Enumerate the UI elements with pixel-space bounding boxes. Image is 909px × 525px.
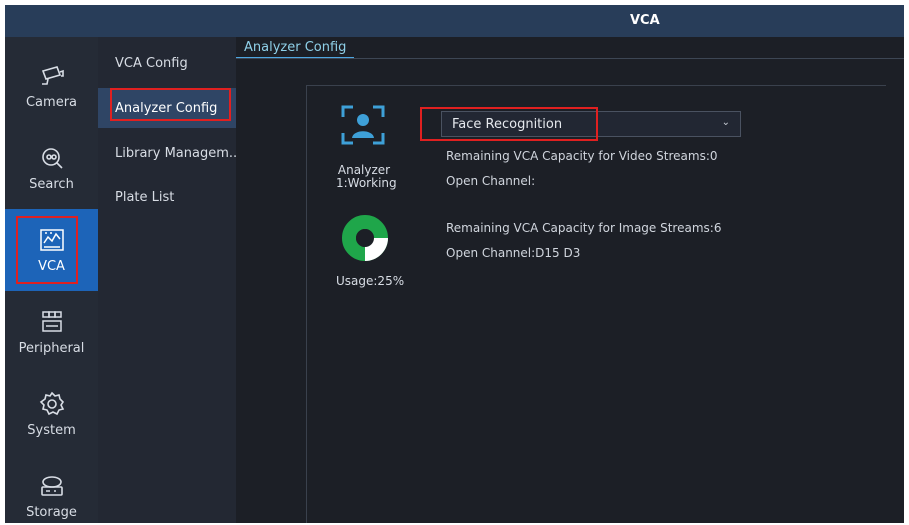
nav-item-search[interactable]: Search [5,127,98,209]
nav-label-storage: Storage [26,504,77,520]
tab-divider [236,58,904,59]
app-window: VCA Camera Search VCA Peripheral System … [5,5,904,523]
tab-analyzer-config[interactable]: Analyzer Config [236,37,355,59]
analyzer-state: 1:Working [336,176,397,190]
vca-icon [39,228,64,251]
analyzer-mode-value: Face Recognition [452,116,563,132]
nav-item-vca[interactable]: VCA [5,209,98,291]
usage-donut-chart [342,215,388,261]
gear-icon [39,391,64,415]
subnav-item-analyzer-config[interactable]: Analyzer Config [98,88,236,128]
nav-label-search: Search [29,176,74,192]
subnav-item-plate-list[interactable]: Plate List [98,177,236,217]
window-title: VCA [630,13,660,28]
sub-nav: VCA Config Analyzer Config Library Manag… [98,37,236,523]
analyzer-mode-select[interactable]: Face Recognition ⌄ [441,111,741,137]
nav-label-vca: VCA [38,258,65,274]
camera-icon [41,65,64,85]
subnav-item-vca-config[interactable]: VCA Config [98,43,236,83]
search-icon [41,147,63,169]
main-content: Analyzer Config Analyzer 1:Working Usage… [236,37,904,523]
nav-label-system: System [27,422,76,438]
storage-icon [40,475,63,496]
chevron-down-icon: ⌄ [721,117,730,128]
video-capacity-text: Remaining VCA Capacity for Video Streams… [446,149,718,163]
nav-label-peripheral: Peripheral [18,340,85,356]
subnav-item-library-management[interactable]: Library Managem... [98,133,236,173]
image-open-channel-text: Open Channel:D15 D3 [446,246,581,260]
nav-item-peripheral[interactable]: Peripheral [5,291,98,373]
usage-label: Usage:25% [336,274,405,288]
face-analyzer-icon [341,105,385,145]
image-capacity-text: Remaining VCA Capacity for Image Streams… [446,221,722,235]
analyzer-status: Analyzer 1:Working [336,164,397,190]
video-open-channel-text: Open Channel: [446,174,536,188]
nav-item-camera[interactable]: Camera [5,45,98,127]
main-nav: Camera Search VCA Peripheral System Stor… [5,37,98,523]
nav-item-storage[interactable]: Storage [5,455,98,523]
peripheral-icon [41,310,62,332]
nav-item-system[interactable]: System [5,373,98,455]
title-bar: VCA [5,5,904,37]
nav-label-camera: Camera [25,94,78,110]
